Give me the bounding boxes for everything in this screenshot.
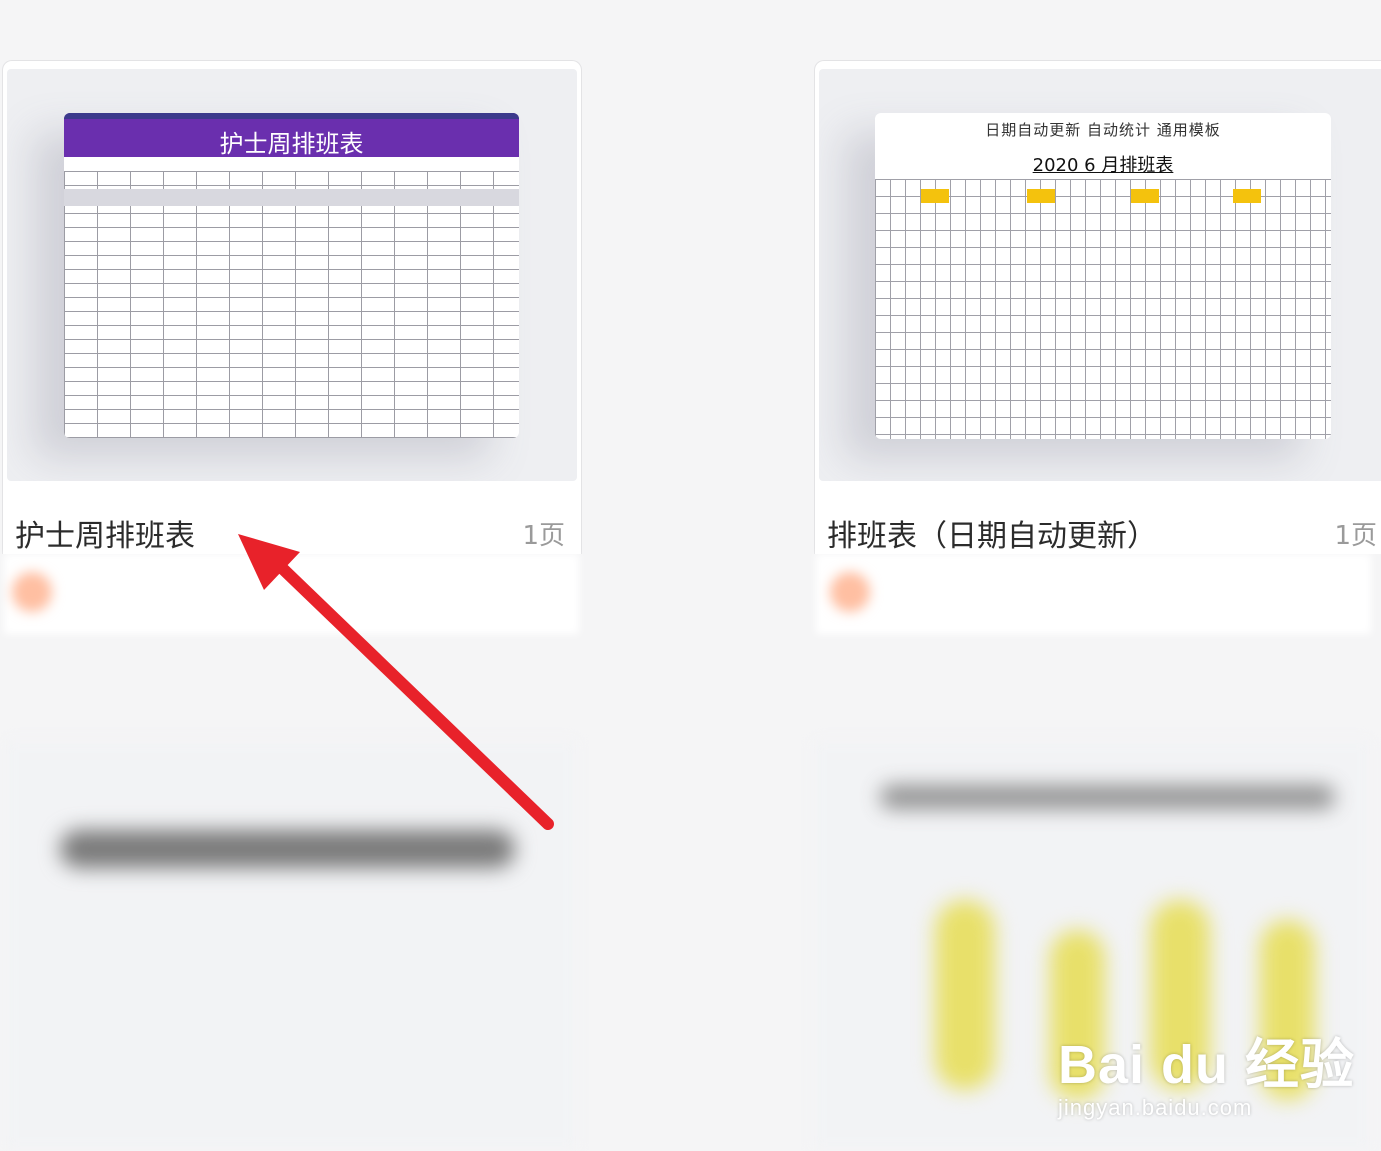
baidu-jingyan-watermark: Bai du 经验 jingyan.baidu.com: [1058, 1020, 1355, 1121]
watermark-brand: Bai du 经验: [1058, 1035, 1356, 1095]
red-arrow-icon: [238, 534, 554, 830]
